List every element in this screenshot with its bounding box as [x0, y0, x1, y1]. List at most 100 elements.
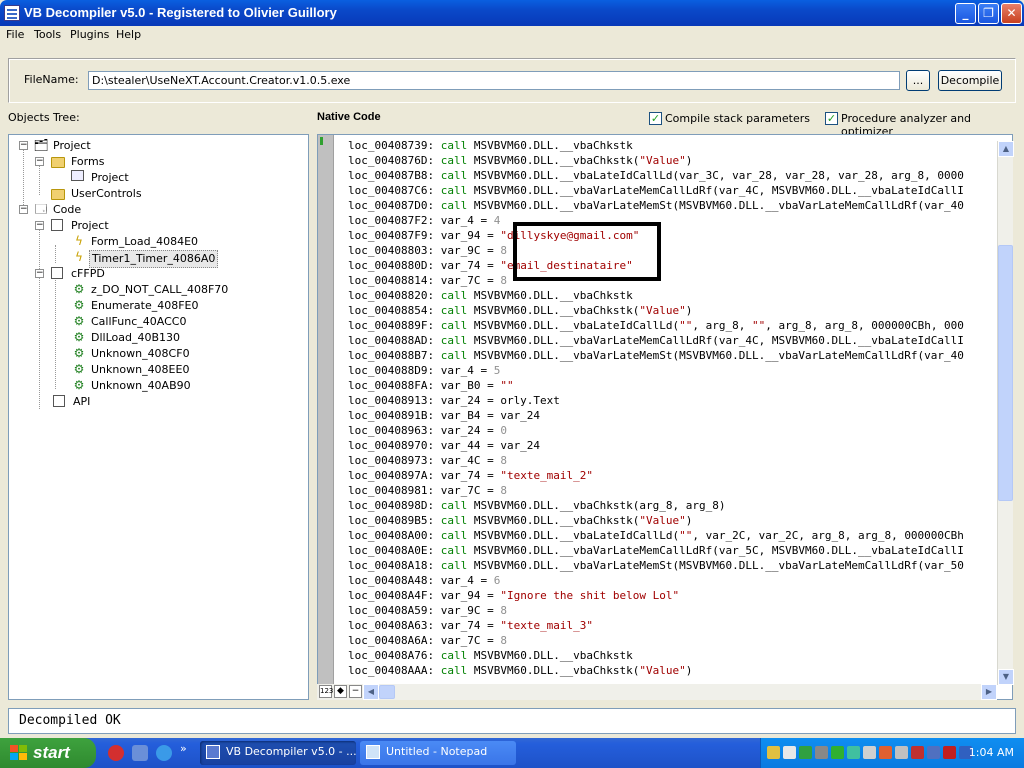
scroll-down-button[interactable]: ▼ [998, 669, 1014, 685]
tray-icon[interactable] [831, 746, 844, 759]
code-line: loc_00408A00: call MSVBVM60.DLL.__vbaLat… [348, 529, 964, 542]
taskbar-item-vbdecompiler[interactable]: VB Decompiler v5.0 - ... [200, 741, 356, 765]
code-line: loc_004089B5: call MSVBVM60.DLL.__vbaChk… [348, 514, 693, 527]
title-bar[interactable]: VB Decompiler v5.0 - Registered to Olivi… [0, 0, 1024, 26]
scroll-thumb[interactable] [998, 245, 1013, 501]
taskbar-item-notepad[interactable]: Untitled - Notepad [360, 741, 516, 765]
tray-icon[interactable] [799, 746, 812, 759]
collapse-icon[interactable]: − [35, 157, 44, 166]
code-line: loc_00408A48: var_4 = 6 [348, 574, 501, 587]
class-icon [51, 267, 63, 279]
code-line: loc_004088B7: call MSVBVM60.DLL.__vbaVar… [348, 349, 964, 362]
code-line: loc_00408A76: call MSVBVM60.DLL.__vbaChk… [348, 649, 633, 662]
vb-decompiler-icon [206, 745, 220, 759]
bookmark-icon[interactable]: ◆ [334, 685, 347, 698]
start-button[interactable]: start [0, 738, 96, 768]
app-icon [4, 5, 20, 21]
code-line: loc_0040897A: var_74 = "texte_mail_2" [348, 469, 594, 482]
code-line: loc_00408A59: var_9C = 8 [348, 604, 507, 617]
function-icon: ⚙ [73, 346, 85, 360]
code-line: loc_00408A4F: var_94 = "Ignore the shit … [348, 589, 680, 602]
scroll-up-button[interactable]: ▲ [998, 141, 1014, 157]
quicklaunch-more-icon[interactable]: » [180, 742, 187, 755]
line-numbers-icon[interactable]: 123 [319, 685, 333, 698]
code-line: loc_004087C6: call MSVBVM60.DLL.__vbaVar… [348, 184, 964, 197]
menu-file[interactable]: File [6, 28, 24, 41]
collapse-all-icon[interactable]: − [349, 685, 362, 698]
tray-icon[interactable] [767, 746, 780, 759]
window-title: VB Decompiler v5.0 - Registered to Olivi… [24, 5, 337, 20]
quicklaunch-app-icon[interactable] [132, 745, 148, 761]
folder-icon [51, 157, 65, 168]
module-icon [51, 219, 63, 231]
code-line: loc_00408A6A: var_7C = 8 [348, 634, 507, 647]
code-line: loc_0040889F: call MSVBVM60.DLL.__vbaLat… [348, 319, 964, 332]
code-line: loc_00408963: var_24 = 0 [348, 424, 507, 437]
function-icon: ⚙ [73, 378, 85, 392]
collapse-icon[interactable]: − [19, 205, 28, 214]
browse-button[interactable]: ... [906, 70, 930, 91]
code-line: loc_0040898D: call MSVBVM60.DLL.__vbaChk… [348, 499, 726, 512]
code-icon: 🗔 [34, 202, 48, 216]
notepad-icon [366, 745, 380, 759]
compile-stack-checkbox[interactable]: ✓ [649, 112, 662, 125]
vertical-scrollbar[interactable]: ▲ ▼ [997, 141, 1014, 685]
code-line: loc_00408854: call MSVBVM60.DLL.__vbaChk… [348, 304, 693, 317]
quicklaunch-red-icon[interactable] [108, 745, 124, 761]
code-line: loc_004087D0: call MSVBVM60.DLL.__vbaVar… [348, 199, 964, 212]
tray-icon[interactable] [815, 746, 828, 759]
code-line: loc_00408A0E: call MSVBVM60.DLL.__vbaVar… [348, 544, 964, 557]
tray-icon[interactable] [879, 746, 892, 759]
decompile-button[interactable]: Decompile [938, 70, 1002, 91]
function-icon: ⚙ [73, 330, 85, 344]
code-line: loc_00408913: var_24 = orly.Text [348, 394, 560, 407]
code-line: loc_0040876D: call MSVBVM60.DLL.__vbaChk… [348, 154, 693, 167]
code-line: loc_00408739: call MSVBVM60.DLL.__vbaChk… [348, 139, 633, 152]
code-line: loc_004087F9: var_94 = "dillyskye@gmail.… [348, 229, 640, 242]
scroll-left-button[interactable]: ◀ [363, 684, 379, 700]
menu-plugins[interactable]: Plugins [70, 28, 109, 41]
maximize-button[interactable]: ❐ [978, 3, 999, 24]
tray-icon[interactable] [847, 746, 860, 759]
status-bar: Decompiled OK [8, 708, 1016, 734]
code-line: loc_00408970: var_44 = var_24 [348, 439, 541, 452]
collapse-icon[interactable]: − [19, 141, 28, 150]
hscroll-thumb[interactable] [379, 685, 395, 699]
tray-icon[interactable] [863, 746, 876, 759]
procedure-analyzer-checkbox[interactable]: ✓ [825, 112, 838, 125]
scroll-right-button[interactable]: ▶ [981, 684, 997, 700]
menu-bar: File Tools Plugins Help [0, 26, 1024, 44]
system-tray: 1:04 AM [760, 738, 1024, 768]
objects-tree-label: Objects Tree: [8, 111, 80, 124]
code-line: loc_004087F2: var_4 = 4 [348, 214, 501, 227]
function-icon: ⚙ [73, 282, 85, 296]
code-line: loc_00408981: var_7C = 8 [348, 484, 507, 497]
clock: 1:04 AM [968, 746, 1014, 759]
api-icon [53, 395, 65, 407]
code-editor[interactable]: loc_00408739: call MSVBVM60.DLL.__vbaChk… [317, 134, 1013, 700]
filename-input[interactable]: D:\stealer\UseNeXT.Account.Creator.v1.0.… [88, 71, 900, 90]
tray-icon[interactable] [911, 746, 924, 759]
folder-icon [51, 189, 65, 200]
function-icon: ⚙ [73, 314, 85, 328]
form-icon [71, 170, 84, 181]
horizontal-scrollbar[interactable]: 123 ◆ − ◀ ▶ [317, 684, 997, 700]
menu-help[interactable]: Help [116, 28, 141, 41]
close-button[interactable]: ✕ [1001, 3, 1022, 24]
code-line: loc_004087B8: call MSVBVM60.DLL.__vbaLat… [348, 169, 964, 182]
collapse-icon[interactable]: − [35, 269, 44, 278]
security-shield-icon[interactable] [943, 746, 956, 759]
code-line: loc_004088FA: var_B0 = "" [348, 379, 514, 392]
minimize-button[interactable]: _ [955, 3, 976, 24]
menu-tools[interactable]: Tools [34, 28, 61, 41]
tray-icon[interactable] [783, 746, 796, 759]
collapse-icon[interactable]: − [35, 221, 44, 230]
internet-explorer-icon[interactable] [156, 745, 172, 761]
volume-icon[interactable] [895, 746, 908, 759]
tray-icon[interactable] [927, 746, 940, 759]
event-icon: ϟ [75, 250, 83, 264]
code-line: loc_00408814: var_7C = 8 [348, 274, 507, 287]
objects-tree[interactable]: − 🗂 Project − Forms Project UserControls… [8, 134, 309, 700]
code-lines: loc_00408739: call MSVBVM60.DLL.__vbaChk… [348, 138, 996, 678]
code-line: loc_0040880D: var_74 = "email_destinatai… [348, 259, 633, 272]
